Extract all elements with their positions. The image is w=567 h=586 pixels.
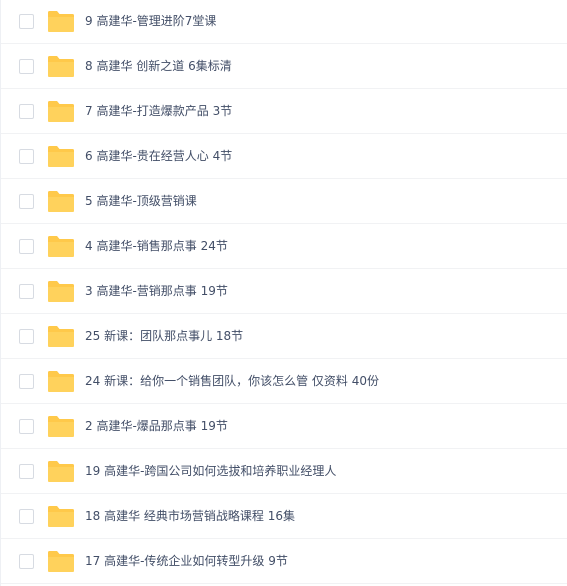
- folder-row[interactable]: 24 新课：给你一个销售团队，你该怎么管 仅资料 40份: [1, 359, 567, 404]
- select-checkbox[interactable]: [19, 104, 34, 119]
- folder-row[interactable]: 3 高建华-营销那点事 19节: [1, 269, 567, 314]
- select-checkbox[interactable]: [19, 509, 34, 524]
- folder-row[interactable]: 4 高建华-销售那点事 24节: [1, 224, 567, 269]
- select-checkbox[interactable]: [19, 14, 34, 29]
- select-checkbox[interactable]: [19, 464, 34, 479]
- folder-row[interactable]: 19 高建华-跨国公司如何选拔和培养职业经理人: [1, 449, 567, 494]
- folder-name[interactable]: 6 高建华-贵在经营人心 4节: [85, 148, 232, 164]
- folder-row[interactable]: 18 高建华 经典市场营销战略课程 16集: [1, 494, 567, 539]
- select-checkbox[interactable]: [19, 329, 34, 344]
- folder-name[interactable]: 4 高建华-销售那点事 24节: [85, 238, 228, 254]
- folder-name[interactable]: 9 高建华-管理进阶7堂课: [85, 13, 216, 29]
- folder-name[interactable]: 18 高建华 经典市场营销战略课程 16集: [85, 508, 295, 524]
- folder-row[interactable]: 25 新课：团队那点事儿 18节: [1, 314, 567, 359]
- folder-name[interactable]: 7 高建华-打造爆款产品 3节: [85, 103, 232, 119]
- folder-icon: [47, 549, 75, 573]
- folder-row[interactable]: 5 高建华-顶级营销课: [1, 179, 567, 224]
- file-list: 9 高建华-管理进阶7堂课 8 高建华 创新之道 6集标清 7 高建华-打造爆款…: [0, 0, 567, 586]
- folder-row[interactable]: 6 高建华-贵在经营人心 4节: [1, 134, 567, 179]
- select-checkbox[interactable]: [19, 194, 34, 209]
- folder-icon: [47, 369, 75, 393]
- select-checkbox[interactable]: [19, 419, 34, 434]
- folder-name[interactable]: 2 高建华-爆品那点事 19节: [85, 418, 228, 434]
- folder-icon: [47, 279, 75, 303]
- folder-name[interactable]: 25 新课：团队那点事儿 18节: [85, 328, 243, 344]
- folder-icon: [47, 54, 75, 78]
- folder-row[interactable]: 9 高建华-管理进阶7堂课: [1, 0, 567, 44]
- select-checkbox[interactable]: [19, 284, 34, 299]
- folder-name[interactable]: 3 高建华-营销那点事 19节: [85, 283, 228, 299]
- select-checkbox[interactable]: [19, 374, 34, 389]
- select-checkbox[interactable]: [19, 149, 34, 164]
- select-checkbox[interactable]: [19, 554, 34, 569]
- folder-row[interactable]: 7 高建华-打造爆款产品 3节: [1, 89, 567, 134]
- folder-icon: [47, 144, 75, 168]
- folder-icon: [47, 189, 75, 213]
- folder-icon: [47, 324, 75, 348]
- select-checkbox[interactable]: [19, 59, 34, 74]
- folder-icon: [47, 9, 75, 33]
- folder-row[interactable]: 17 高建华-传统企业如何转型升级 9节: [1, 539, 567, 584]
- folder-icon: [47, 234, 75, 258]
- folder-name[interactable]: 19 高建华-跨国公司如何选拔和培养职业经理人: [85, 463, 336, 479]
- select-checkbox[interactable]: [19, 239, 34, 254]
- folder-name[interactable]: 17 高建华-传统企业如何转型升级 9节: [85, 553, 288, 569]
- folder-row[interactable]: 2 高建华-爆品那点事 19节: [1, 404, 567, 449]
- folder-icon: [47, 99, 75, 123]
- folder-name[interactable]: 5 高建华-顶级营销课: [85, 193, 197, 209]
- folder-name[interactable]: 8 高建华 创新之道 6集标清: [85, 58, 232, 74]
- folder-icon: [47, 504, 75, 528]
- folder-icon: [47, 414, 75, 438]
- folder-icon: [47, 459, 75, 483]
- folder-row[interactable]: 8 高建华 创新之道 6集标清: [1, 44, 567, 89]
- folder-name[interactable]: 24 新课：给你一个销售团队，你该怎么管 仅资料 40份: [85, 373, 379, 389]
